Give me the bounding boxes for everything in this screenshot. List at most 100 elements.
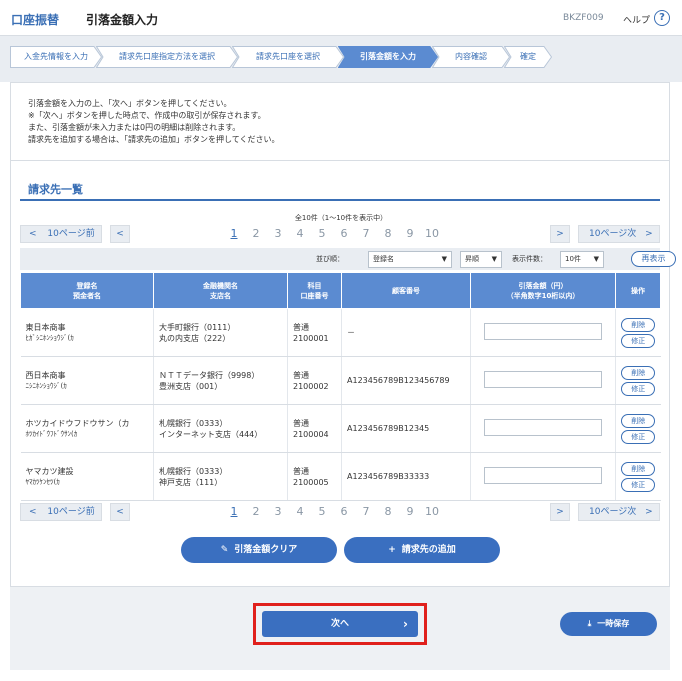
col-header-bank: 金融機関名 支店名 [153, 272, 288, 309]
category-title: 口座振替 [11, 13, 60, 27]
cell-amount [470, 452, 616, 501]
prev-page-button[interactable]: < [110, 225, 130, 243]
count-select[interactable]: 10件 ▼ [560, 251, 604, 268]
delete-button[interactable]: 削除 [621, 365, 656, 380]
page-link[interactable]: 7 [355, 227, 377, 240]
page-link[interactable]: 5 [311, 227, 333, 240]
step-label: 確定 [520, 52, 536, 61]
step-label: 引落金額を入力 [360, 52, 416, 61]
cell-name: 東日本商事 ﾋｶﾞｼﾆﾎﾝｼｮｳｼﾞ(ｶ [20, 308, 154, 357]
next-10-pages-button[interactable]: 10ページ次 > [578, 225, 660, 243]
section-underline [20, 199, 660, 201]
page-link[interactable]: 10 [421, 505, 443, 518]
clear-amount-button[interactable]: ✎ 引落金額クリア [181, 537, 337, 563]
col-header-amount: 引落金額（円） （半角数字10桁以内） [470, 272, 616, 309]
amount-input[interactable] [484, 370, 602, 388]
step-3: 請求先口座を選択 [232, 46, 344, 68]
cell-ops: 削除 修正 [615, 404, 661, 453]
page-link[interactable]: 6 [333, 505, 355, 518]
cell-name: ヤマカツ建設 ﾔﾏｶﾂｹﾝｾﾂ(ｶ [20, 452, 154, 501]
page-link[interactable]: 9 [399, 227, 421, 240]
instruction-line: 請求先を追加する場合は、「請求先の追加」ボタンを押してください。 [28, 135, 280, 144]
dropdown-arrow-icon: ▼ [491, 255, 497, 263]
col-header-account: 科目 口座番号 [287, 272, 342, 309]
page-link[interactable]: 5 [311, 505, 333, 518]
add-payer-button[interactable]: + 請求先の追加 [344, 537, 500, 563]
cell-ops: 削除 修正 [615, 356, 661, 405]
redisplay-button[interactable]: 再表示 [631, 251, 676, 267]
page-link[interactable]: 8 [377, 505, 399, 518]
page-link[interactable]: 9 [399, 505, 421, 518]
page-numbers: 1 2 3 4 5 6 7 8 9 10 [223, 227, 443, 240]
step-label: 入金先情報を入力 [24, 52, 88, 61]
table-row: 東日本商事 ﾋｶﾞｼﾆﾎﾝｼｮｳｼﾞ(ｶ 大手町銀行（0111） 丸の内支店（222）… [20, 308, 661, 357]
page-link[interactable]: 1 [223, 227, 245, 240]
edit-button[interactable]: 修正 [621, 429, 656, 444]
plus-icon: + [388, 545, 396, 555]
delete-button[interactable]: 削除 [621, 317, 656, 332]
step-6: 確定 [504, 46, 552, 68]
next-button[interactable]: 次へ › [262, 611, 418, 637]
next-page-button[interactable]: > [550, 225, 570, 243]
step-5: 内容確認 [432, 46, 510, 68]
order-select[interactable]: 昇順 ▼ [460, 251, 502, 268]
page-link[interactable]: 1 [223, 505, 245, 518]
edit-button[interactable]: 修正 [621, 381, 656, 396]
count-label: 表示件数： [512, 255, 547, 263]
edit-button[interactable]: 修正 [621, 477, 656, 492]
amount-input[interactable] [484, 466, 602, 484]
next-10-pages-button[interactable]: 10ページ次 > [578, 503, 660, 521]
page-link[interactable]: 4 [289, 227, 311, 240]
eraser-icon: ✎ [220, 545, 229, 555]
col-header-ops: 操作 [615, 272, 661, 309]
cell-name: ホツカイドウフドウサン（カ ﾎﾂｶｲﾄﾞｳﾌﾄﾞｳｻﾝ(ｶ [20, 404, 154, 453]
prev-10-pages-button[interactable]: < 10ページ前 [20, 225, 102, 243]
next-page-button[interactable]: > [550, 503, 570, 521]
page-link[interactable]: 4 [289, 505, 311, 518]
help-icon[interactable]: ? [654, 10, 670, 26]
step-label: 内容確認 [455, 52, 487, 61]
table-row: 西日本商事 ﾆｼﾆﾎﾝｼｮｳｼﾞ(ｶ ＮＴＴデータ銀行（9998） 豊洲支店（001）… [20, 356, 661, 405]
help-link[interactable]: ヘルプ [623, 13, 650, 26]
cell-account: 普通 2100005 [287, 452, 342, 501]
page-link[interactable]: 3 [267, 505, 289, 518]
screen-code: BKZF009 [563, 13, 604, 23]
page-link[interactable]: 7 [355, 505, 377, 518]
page-link[interactable]: 3 [267, 227, 289, 240]
page-link[interactable]: 6 [333, 227, 355, 240]
chevron-right-icon: > [556, 507, 564, 517]
page-link[interactable]: 2 [245, 227, 267, 240]
amount-input[interactable] [484, 418, 602, 436]
dropdown-arrow-icon: ▼ [593, 255, 599, 263]
instruction-line: ※「次へ」ボタンを押した時点で、作成中の取引が保存されます。 [28, 111, 266, 120]
step-2: 請求先口座指定方法を選択 [96, 46, 238, 68]
page-link[interactable]: 10 [421, 227, 443, 240]
prev-page-button[interactable]: < [110, 503, 130, 521]
step-1: 入金先情報を入力 [10, 46, 102, 68]
cell-name: 西日本商事 ﾆｼﾆﾎﾝｼｮｳｼﾞ(ｶ [20, 356, 154, 405]
total-count: 全10件（1～10件を表示中） [294, 214, 388, 222]
prev-10-pages-button[interactable]: < 10ページ前 [20, 503, 102, 521]
chevron-right-icon: > [556, 229, 564, 239]
amount-input[interactable] [484, 322, 602, 340]
delete-button[interactable]: 削除 [621, 461, 656, 476]
edit-button[interactable]: 修正 [621, 333, 656, 348]
sort-select[interactable]: 登録名 ▼ [368, 251, 452, 268]
instruction-line: 引落金額を入力の上、「次へ」ボタンを押してください。 [28, 99, 232, 108]
step-4: 引落金額を入力 [338, 46, 438, 68]
divider [10, 160, 670, 161]
cell-account: 普通 2100001 [287, 308, 342, 357]
cell-amount [470, 308, 616, 357]
delete-button[interactable]: 削除 [621, 413, 656, 428]
temp-save-button[interactable]: ⤓ 一時保存 [560, 612, 657, 636]
page-link[interactable]: 2 [245, 505, 267, 518]
instructions: 引落金額を入力の上、「次へ」ボタンを押してください。 ※「次へ」ボタンを押した時… [28, 98, 280, 146]
cell-customer: A123456789B33333 [341, 452, 471, 501]
page-link[interactable]: 8 [377, 227, 399, 240]
cell-account: 普通 2100004 [287, 404, 342, 453]
step-label: 請求先口座指定方法を選択 [119, 52, 215, 61]
cell-account: 普通 2100002 [287, 356, 342, 405]
chevron-left-icon: < [29, 507, 37, 517]
instruction-line: また、引落金額が未入力または0円の明細は削除されます。 [28, 123, 241, 132]
chevron-right-icon: > [645, 229, 653, 239]
